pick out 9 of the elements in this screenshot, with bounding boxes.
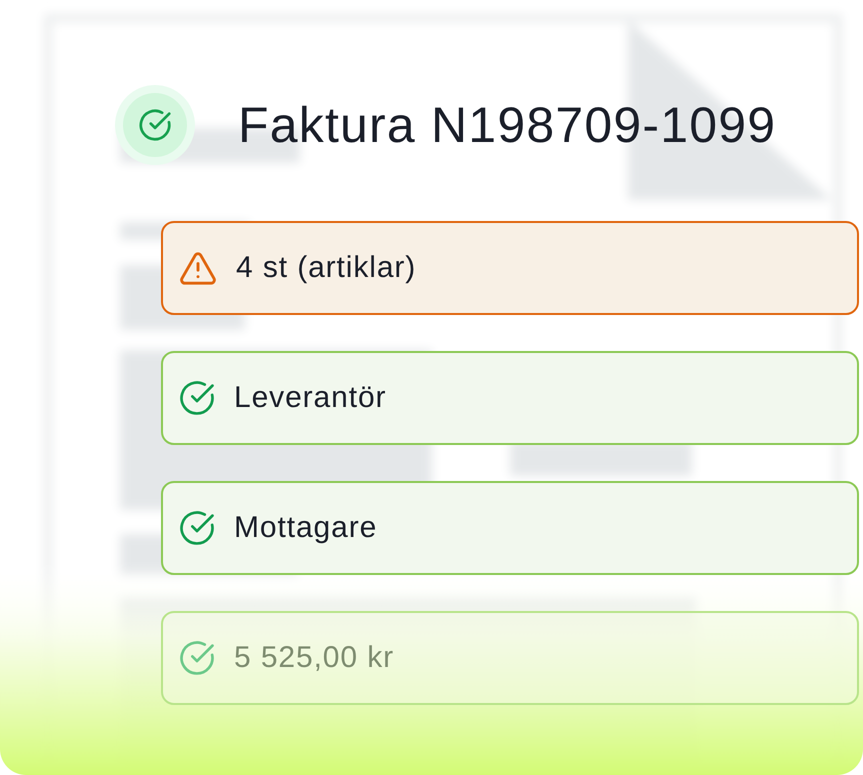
- check-label: Leverantör: [234, 380, 386, 416]
- check-label: 4 st (artiklar): [236, 250, 416, 286]
- check-circle-icon: [180, 511, 214, 545]
- check-label: 5 525,00 kr: [234, 640, 394, 676]
- check-circle-icon: [180, 381, 214, 415]
- check-circle-icon: [180, 641, 214, 675]
- check-label: Mottagare: [234, 510, 378, 546]
- invoice-title: Faktura N198709-1099: [238, 98, 776, 152]
- warning-icon: [180, 252, 216, 284]
